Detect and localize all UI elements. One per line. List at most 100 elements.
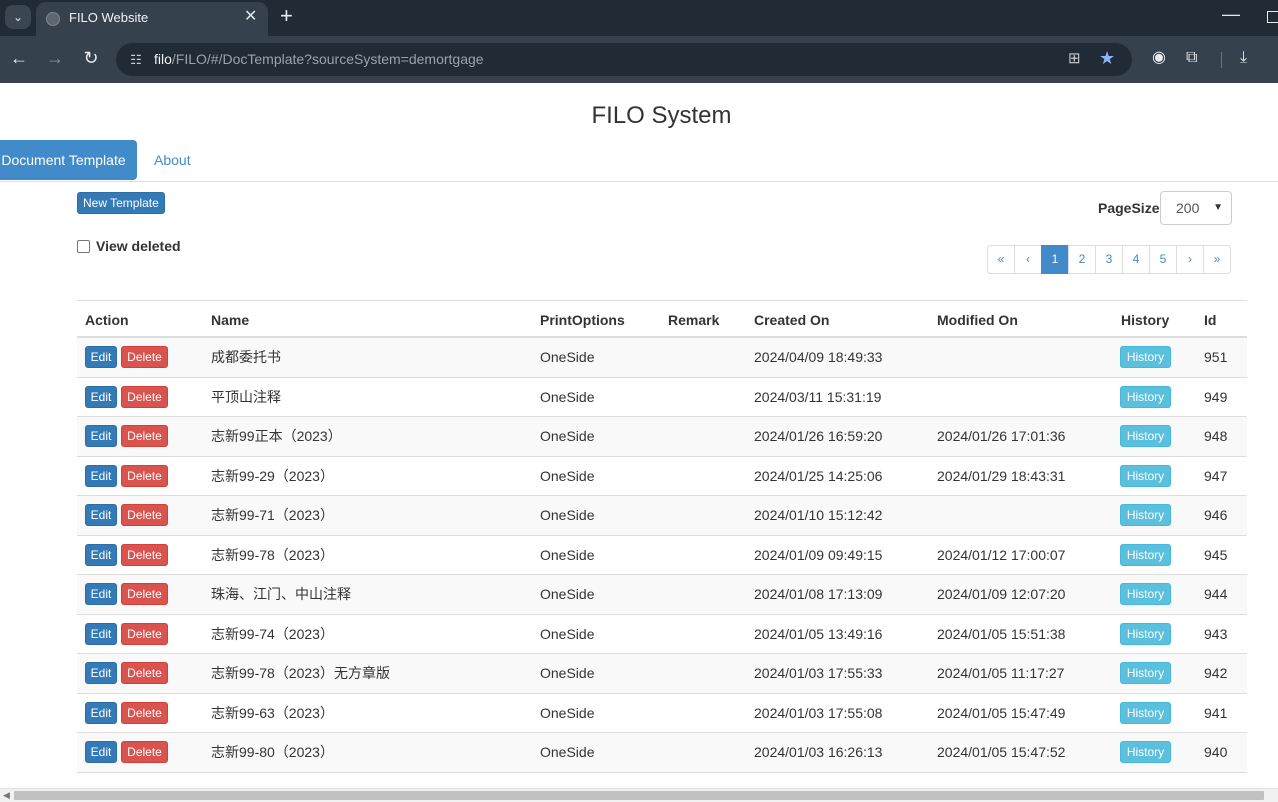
edit-button[interactable]: Edit bbox=[85, 662, 117, 684]
pagination-page[interactable]: 3 bbox=[1095, 245, 1123, 274]
horizontal-scrollbar[interactable]: ◀ bbox=[0, 788, 1278, 802]
extensions-puzzle-icon[interactable]: ⧉ bbox=[1186, 48, 1197, 68]
cell-name: 志新99-78（2023） bbox=[211, 546, 334, 563]
cell-modified-on: 2024/01/05 15:47:52 bbox=[937, 744, 1066, 760]
download-icon[interactable]: ⤓ bbox=[1240, 48, 1247, 68]
delete-button[interactable]: Delete bbox=[121, 385, 168, 408]
forward-arrow-icon[interactable]: → bbox=[45, 47, 65, 69]
cell-modified-on: 2024/01/05 11:17:27 bbox=[937, 665, 1065, 681]
page-size-select[interactable]: 200 ▼ bbox=[1160, 191, 1232, 225]
cell-id: 942 bbox=[1204, 665, 1228, 681]
new-tab-icon[interactable]: + bbox=[280, 4, 293, 28]
history-button[interactable]: History bbox=[1120, 464, 1171, 487]
edit-button[interactable]: Edit bbox=[85, 543, 117, 566]
delete-button[interactable]: Delete bbox=[121, 464, 168, 487]
history-button[interactable]: History bbox=[1120, 701, 1171, 724]
scrollbar-thumb[interactable] bbox=[14, 791, 1264, 800]
edit-button[interactable]: Edit bbox=[85, 385, 117, 408]
pagination-prev[interactable]: ‹ bbox=[1014, 245, 1042, 274]
edit-button[interactable]: Edit bbox=[85, 701, 117, 724]
edit-button[interactable]: Edit bbox=[85, 346, 117, 368]
history-button[interactable]: History bbox=[1120, 662, 1171, 684]
site-info-icon[interactable]: ☷ bbox=[124, 48, 148, 72]
table-header: Action Name PrintOptions Remark Created … bbox=[77, 300, 1247, 338]
pagination-last[interactable]: » bbox=[1203, 245, 1231, 274]
cell-id: 944 bbox=[1204, 586, 1228, 602]
edit-button[interactable]: Edit bbox=[85, 425, 117, 447]
header-action: Action bbox=[85, 312, 129, 328]
history-button[interactable]: History bbox=[1120, 543, 1171, 566]
edit-button[interactable]: Edit bbox=[85, 504, 117, 526]
history-button[interactable]: History bbox=[1120, 622, 1171, 645]
cell-created-on: 2024/01/03 16:26:13 bbox=[754, 744, 883, 760]
table-row: Edit Delete 志新99-78（2023） OneSide 2024/01/09… bbox=[77, 536, 1247, 575]
delete-button[interactable]: Delete bbox=[121, 346, 168, 368]
history-button[interactable]: History bbox=[1120, 425, 1171, 447]
url-text[interactable]: filo/FILO/#/DocTemplate?sourceSystem=dem… bbox=[154, 51, 484, 67]
browser-tab[interactable]: FILO Website ✕ bbox=[36, 2, 268, 36]
cell-modified-on: 2024/01/05 15:51:38 bbox=[937, 625, 1066, 642]
address-bar[interactable]: ☷ filo/FILO/#/DocTemplate?sourceSystem=d… bbox=[116, 43, 1132, 76]
bookmark-star-icon[interactable]: ★ bbox=[1099, 48, 1115, 68]
edit-button[interactable]: Edit bbox=[85, 622, 117, 645]
extension-eye-icon[interactable]: ◉ bbox=[1152, 48, 1166, 68]
cell-modified-on: 2024/01/05 15:47:49 bbox=[937, 704, 1066, 721]
edit-button[interactable]: Edit bbox=[85, 583, 117, 605]
delete-button[interactable]: Delete bbox=[121, 543, 168, 566]
delete-button[interactable]: Delete bbox=[121, 741, 168, 763]
delete-button[interactable]: Delete bbox=[121, 504, 168, 526]
pagination: « ‹ 1 2 3 4 5 › » bbox=[987, 245, 1231, 274]
back-arrow-icon[interactable]: ← bbox=[9, 47, 29, 69]
pagination-next[interactable]: › bbox=[1176, 245, 1204, 274]
history-button[interactable]: History bbox=[1120, 385, 1171, 408]
header-created-on: Created On bbox=[754, 312, 830, 328]
pagination-page[interactable]: 1 bbox=[1041, 245, 1069, 274]
header-print-options: PrintOptions bbox=[540, 312, 625, 328]
delete-button[interactable]: Delete bbox=[121, 425, 168, 447]
tab-document-template[interactable]: Document Template bbox=[0, 140, 137, 180]
pagination-page[interactable]: 4 bbox=[1122, 245, 1150, 274]
pagination-page[interactable]: 5 bbox=[1149, 245, 1177, 274]
view-deleted-label[interactable]: View deleted bbox=[96, 238, 181, 254]
table-row: Edit Delete 志新99-78（2023）无方章版 OneSide 2024/0… bbox=[77, 654, 1247, 694]
cell-print-options: OneSide bbox=[540, 744, 595, 760]
cell-id: 951 bbox=[1204, 349, 1228, 365]
pagination-first[interactable]: « bbox=[987, 245, 1015, 274]
new-template-button[interactable]: New Template bbox=[77, 192, 165, 214]
cell-name: 珠海、江门、中山注释 bbox=[211, 586, 351, 602]
minimize-icon[interactable]: — bbox=[1222, 4, 1240, 25]
cell-modified-on: 2024/01/26 17:01:36 bbox=[937, 428, 1066, 444]
cell-name: 志新99-71（2023） bbox=[211, 507, 334, 523]
cell-id: 940 bbox=[1204, 744, 1228, 760]
cell-modified-on: 2024/01/12 17:00:07 bbox=[937, 546, 1066, 563]
delete-button[interactable]: Delete bbox=[121, 701, 168, 724]
cell-print-options: OneSide bbox=[540, 388, 595, 405]
chevron-down-icon: ▼ bbox=[1213, 202, 1223, 213]
header-id: Id bbox=[1204, 312, 1217, 328]
history-button[interactable]: History bbox=[1120, 583, 1171, 605]
table-row: Edit Delete 志新99正本（2023） OneSide 2024/01/26 … bbox=[77, 417, 1247, 457]
view-deleted-checkbox[interactable] bbox=[77, 240, 90, 253]
maximize-icon[interactable] bbox=[1267, 11, 1278, 23]
scroll-left-icon[interactable]: ◀ bbox=[3, 789, 10, 802]
table-row: Edit Delete 成都委托书 OneSide 2024/04/09 18:49:3… bbox=[77, 338, 1247, 378]
history-button[interactable]: History bbox=[1120, 346, 1171, 368]
tab-search-chevron-icon[interactable]: ⌄ bbox=[5, 5, 31, 29]
reload-icon[interactable]: ↻ bbox=[81, 47, 101, 69]
history-button[interactable]: History bbox=[1120, 504, 1171, 526]
table-row: Edit Delete 志新99-29（2023） OneSide 2024/01/25… bbox=[77, 457, 1247, 496]
pagination-page[interactable]: 2 bbox=[1068, 245, 1096, 274]
history-button[interactable]: History bbox=[1120, 741, 1171, 763]
edit-button[interactable]: Edit bbox=[85, 741, 117, 763]
edit-button[interactable]: Edit bbox=[85, 464, 117, 487]
tab-about[interactable]: About bbox=[154, 140, 191, 180]
table-row: Edit Delete 志新99-71（2023） OneSide 2024/01/10… bbox=[77, 496, 1247, 536]
table-row: Edit Delete 平顶山注释 OneSide 2024/03/11 15:31:1… bbox=[77, 378, 1247, 417]
cell-print-options: OneSide bbox=[540, 349, 595, 365]
delete-button[interactable]: Delete bbox=[121, 622, 168, 645]
translate-icon[interactable]: ⊞ bbox=[1068, 49, 1081, 69]
delete-button[interactable]: Delete bbox=[121, 583, 168, 605]
cell-name: 平顶山注释 bbox=[211, 388, 281, 405]
delete-button[interactable]: Delete bbox=[121, 662, 168, 684]
close-tab-icon[interactable]: ✕ bbox=[244, 8, 257, 26]
